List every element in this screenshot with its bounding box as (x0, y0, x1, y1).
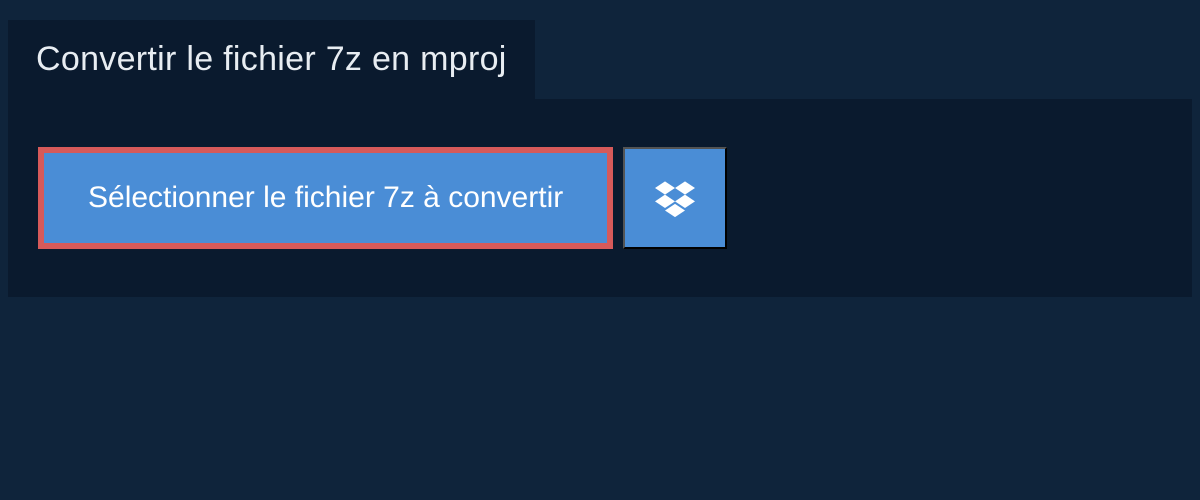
upload-section: Sélectionner le fichier 7z à convertir (8, 99, 1192, 297)
header-tab: Convertir le fichier 7z en mproj (8, 20, 535, 99)
main-container: Convertir le fichier 7z en mproj Sélecti… (0, 0, 1200, 297)
button-row: Sélectionner le fichier 7z à convertir (38, 147, 1162, 249)
select-file-label: Sélectionner le fichier 7z à convertir (88, 181, 563, 215)
dropbox-button[interactable] (623, 147, 727, 249)
page-title: Convertir le fichier 7z en mproj (36, 40, 507, 79)
dropbox-icon (655, 178, 695, 218)
select-file-button[interactable]: Sélectionner le fichier 7z à convertir (38, 147, 613, 249)
